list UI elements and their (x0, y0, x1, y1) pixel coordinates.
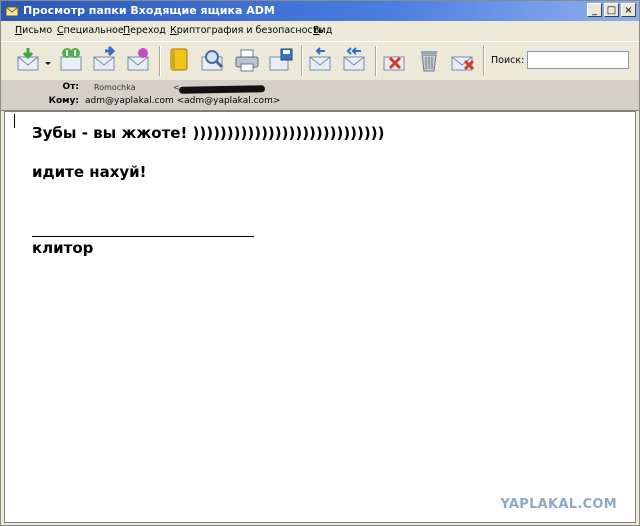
message-header: От: Romochka < Кому: adm@yaplakal.com <a… (1, 80, 639, 111)
toolbar-separator (375, 46, 377, 76)
mail-window: Просмотр папки Входящие ящика ADM _ □ × … (0, 0, 640, 526)
print-icon (235, 49, 259, 72)
find-button[interactable] (199, 45, 227, 75)
maximize-button[interactable]: □ (604, 3, 619, 17)
to-label: Кому: (48, 96, 79, 106)
receive-mail-icon (17, 48, 39, 71)
message-line-2: идите нахуй! (32, 163, 147, 181)
minimize-button[interactable]: _ (587, 3, 602, 17)
receive-dropdown[interactable] (43, 45, 53, 75)
message-line-1: Зубы - вы жжоте! )))))))))))))))))))))))… (32, 124, 385, 142)
text-cursor (14, 114, 15, 128)
from-name[interactable]: Romochka (94, 83, 136, 92)
trash-button[interactable] (415, 45, 443, 75)
window-title: Просмотр папки Входящие ящика ADM (23, 4, 275, 17)
new-mail-icon (127, 48, 149, 71)
toolbar-separator (159, 46, 161, 76)
message-body[interactable]: Зубы - вы жжоте! )))))))))))))))))))))))… (4, 111, 636, 523)
reply-icon (309, 47, 331, 71)
toolbar-separator (483, 46, 485, 76)
menu-special[interactable]: Специальное (57, 25, 124, 36)
close-button[interactable]: × (621, 3, 636, 17)
reply-button[interactable] (307, 45, 335, 75)
print-button[interactable] (233, 45, 261, 75)
menu-crypto[interactable]: Криптография и безопасность (170, 25, 324, 36)
search-input[interactable] (527, 51, 629, 69)
toolbar-separator (301, 46, 303, 76)
forward-button[interactable] (91, 45, 119, 75)
menu-mail[interactable]: Письмо (15, 25, 52, 36)
title-bar[interactable]: Просмотр папки Входящие ящика ADM _ □ × (1, 1, 639, 21)
reply-all-button[interactable] (341, 45, 369, 75)
junk-button[interactable] (449, 45, 477, 75)
save-button[interactable] (267, 45, 295, 75)
delete-button[interactable] (381, 45, 409, 75)
save-icon (269, 48, 293, 71)
receive-all-button[interactable] (57, 45, 85, 75)
message-line-3: клитор (32, 239, 94, 257)
delete-icon (383, 56, 405, 71)
receive-mail-button[interactable] (15, 45, 43, 75)
menu-go[interactable]: Переход (123, 25, 166, 36)
to-address[interactable]: adm@yaplakal.com <adm@yaplakal.com> (85, 96, 280, 106)
trash-icon (421, 51, 437, 72)
menu-view[interactable]: Вид (313, 25, 332, 36)
horizontal-rule (32, 236, 254, 237)
search-label: Поиск: (491, 55, 525, 66)
junk-icon (451, 56, 475, 71)
from-label: От: (62, 82, 79, 92)
address-book-icon (170, 48, 188, 71)
redaction-mark (178, 85, 266, 94)
site-watermark: YAPLAKAL.COM (500, 497, 617, 512)
find-icon (201, 50, 224, 71)
receive-all-icon (60, 48, 82, 71)
dropdown-arrow-icon (45, 62, 51, 65)
forward-mail-icon (93, 45, 116, 71)
new-mail-button[interactable] (125, 45, 153, 75)
mail-app-icon (5, 6, 19, 17)
menu-bar: Письмо Специальное Переход Криптография … (1, 22, 639, 40)
toolbar: Поиск: (1, 41, 639, 81)
reply-all-icon (343, 47, 365, 71)
address-book-button[interactable] (165, 45, 193, 75)
